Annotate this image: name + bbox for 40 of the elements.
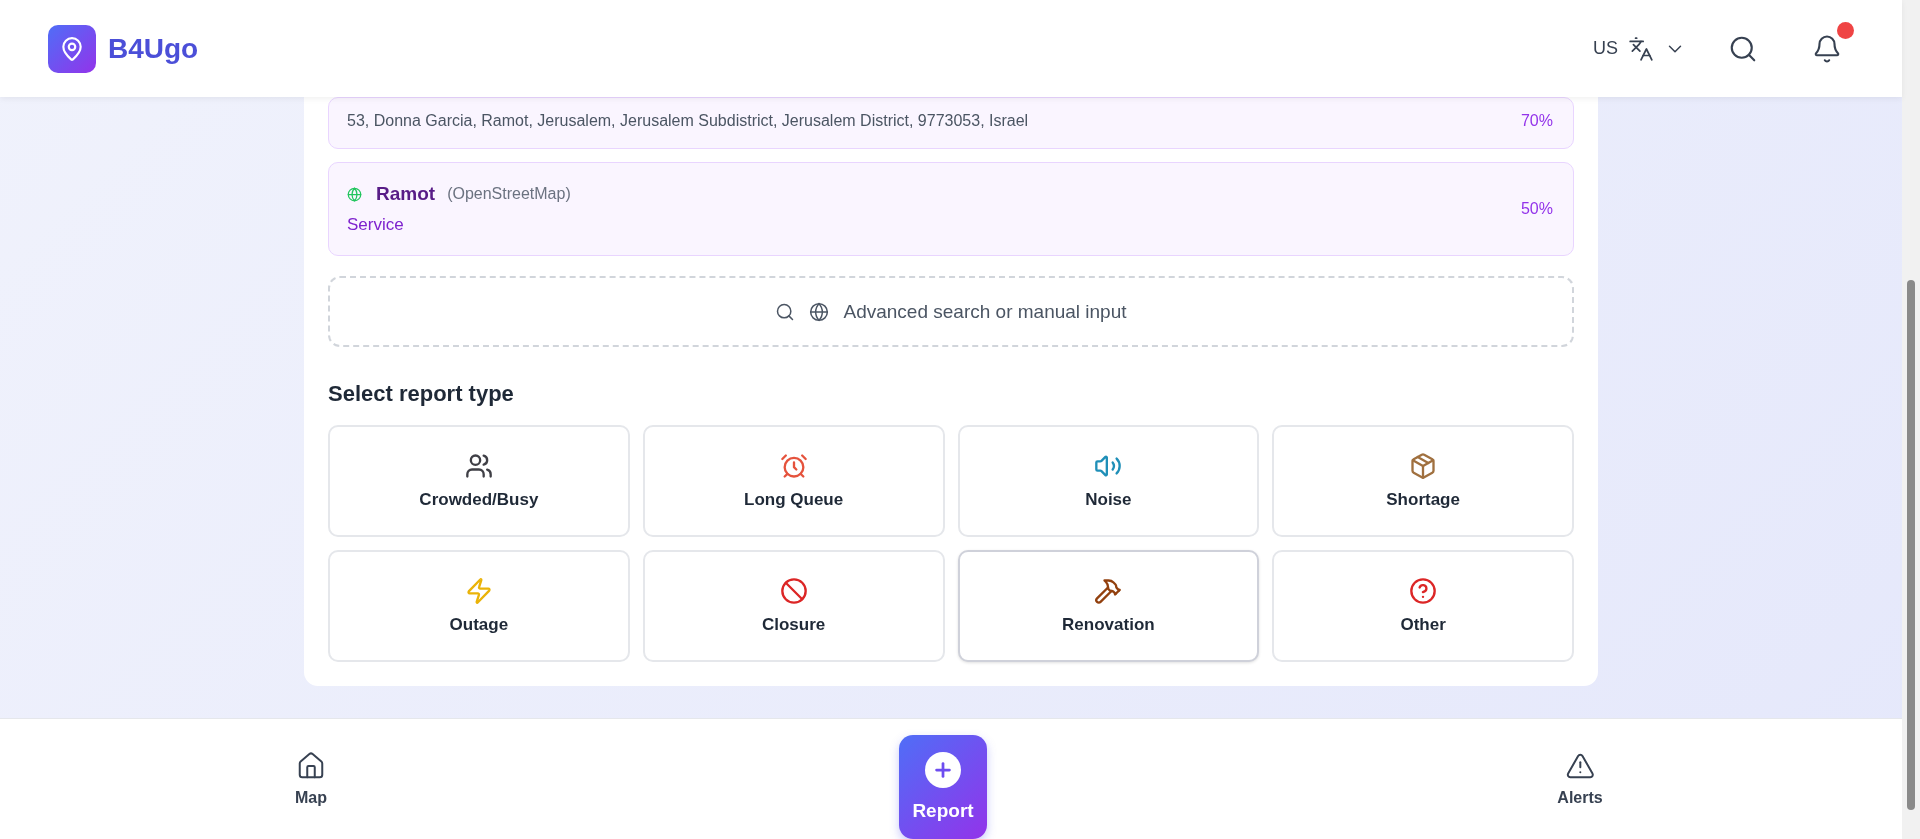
alarm-clock-icon bbox=[779, 452, 808, 480]
globe-icon bbox=[347, 186, 362, 202]
location-result[interactable]: 53, Donna Garcia, Ramot, Jerusalem, Jerusalem Subdistrict, Jerusalem District, 9773053, Israel 70% bbox=[328, 97, 1574, 149]
plus-icon bbox=[925, 752, 961, 788]
hammer-icon bbox=[1094, 577, 1123, 605]
alerts-nav-button[interactable]: Alerts bbox=[1557, 751, 1603, 807]
report-type-option[interactable]: Closure bbox=[642, 550, 945, 662]
report-type-option[interactable]: Renovation bbox=[957, 550, 1260, 662]
match-percent: 50% bbox=[1520, 200, 1553, 218]
box-icon bbox=[1409, 452, 1438, 480]
report-type-option[interactable]: Outage bbox=[328, 550, 630, 662]
result-source: (OpenStreetMap) bbox=[447, 185, 571, 203]
logo-pin-icon bbox=[48, 24, 96, 73]
report-type-option[interactable]: Long Queue bbox=[642, 425, 945, 537]
language-selector[interactable]: US bbox=[1593, 35, 1686, 62]
report-type-option[interactable]: Other bbox=[1272, 550, 1574, 662]
home-icon bbox=[296, 751, 326, 781]
prohibited-icon bbox=[779, 577, 808, 605]
app-logo: B4Ugo bbox=[108, 32, 199, 65]
scrollbar[interactable] bbox=[1902, 0, 1920, 839]
section-heading: Select report type bbox=[328, 381, 515, 407]
warning-icon bbox=[1565, 751, 1595, 781]
globe-icon bbox=[809, 301, 830, 322]
map-nav-button[interactable]: Map bbox=[295, 751, 327, 807]
question-mark-icon bbox=[1409, 577, 1438, 605]
people-icon bbox=[464, 452, 493, 480]
match-percent: 70% bbox=[1520, 112, 1553, 130]
advanced-search-button[interactable]: Advanced search or manual input bbox=[328, 276, 1574, 347]
location-result[interactable]: Ramot (OpenStreetMap) Service 50% bbox=[328, 162, 1574, 256]
result-address: 53, Donna Garcia, Ramot, Jerusalem, Jerusalem Subdistrict, Jerusalem District, 9773053, Israel bbox=[347, 112, 1030, 130]
bell-icon bbox=[1812, 33, 1842, 64]
report-type-option[interactable]: Shortage bbox=[1272, 425, 1574, 537]
search-icon bbox=[775, 301, 796, 322]
lightning-icon bbox=[464, 577, 493, 605]
result-title: Ramot bbox=[376, 183, 436, 205]
report-type-option[interactable]: Noise bbox=[957, 425, 1260, 537]
translate-icon bbox=[1628, 35, 1654, 62]
report-button[interactable]: Report bbox=[899, 735, 987, 839]
result-category: Service bbox=[347, 215, 405, 235]
report-type-option[interactable]: Crowded/Busy bbox=[328, 425, 630, 537]
